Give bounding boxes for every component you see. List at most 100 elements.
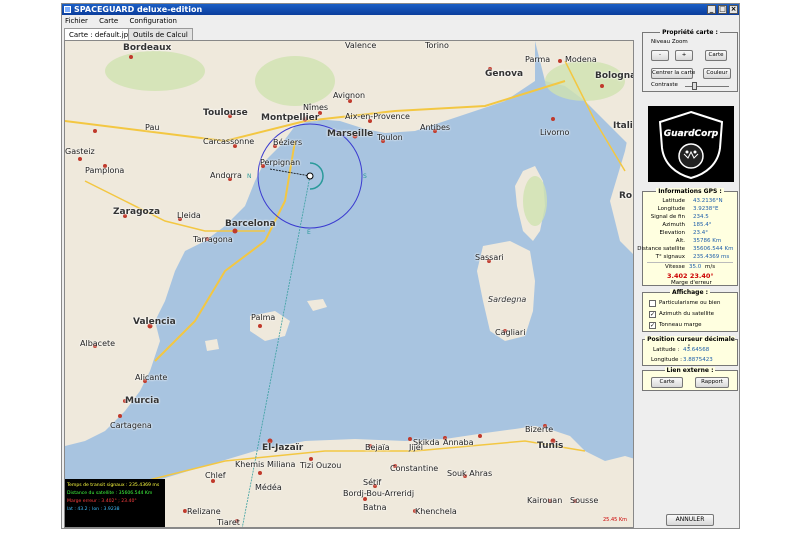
guardcorp-logo: GuardCorp <box>648 106 734 182</box>
display-panel: Affichage : Particularisme ou bien ✓ Azi… <box>642 289 738 332</box>
city-khenchela: Khenchela <box>415 507 457 516</box>
info-lat-lon: lat : 43.2 ; lon : 3.9238 <box>67 507 120 512</box>
map-view[interactable]: N S E Bordeaux Toulouse Pau Carcassonne … <box>64 40 634 528</box>
satellite-info-overlay: Temps de transit signaux : 235.4369 ms D… <box>65 479 165 527</box>
gps-signal-time-label: T° signaux <box>655 254 685 260</box>
map-button[interactable]: Carte <box>705 50 727 61</box>
zoom-in-button[interactable]: + <box>675 50 693 61</box>
city-sousse: Sousse <box>570 496 599 505</box>
city-el-jazair: El-Jazaïr <box>262 443 304 453</box>
city-tarragona: Tarragona <box>193 235 233 244</box>
logo-text: GuardCorp <box>664 129 719 139</box>
svg-text:N: N <box>247 173 252 180</box>
city-kairouan: Kairouan <box>527 496 563 505</box>
error-margin-values: 3.402 23.40° <box>667 272 714 280</box>
checkbox-tonneau[interactable]: ✓ <box>649 322 656 329</box>
city-gasteiz: Gasteiz <box>65 147 95 156</box>
gps-latitude-value: 43.2136°N <box>693 198 723 204</box>
display-title: Affichage : <box>669 289 711 296</box>
color-button[interactable]: Couleur <box>703 68 731 79</box>
city-carcassonne: Carcassonne <box>203 137 255 146</box>
city-bejaia: Bejaïa <box>365 443 390 452</box>
rapport-link-button[interactable]: Rapport <box>695 377 729 388</box>
error-margin-label: Marge d'erreur <box>671 280 712 286</box>
tab-carte[interactable]: Carte : default.jpg <box>64 28 138 40</box>
cursor-lon-value: 3.8875423 <box>683 357 713 363</box>
city-roma: Ro <box>619 191 633 201</box>
city-murcia: Murcia <box>125 396 160 406</box>
city-lleida: Lleida <box>177 211 201 220</box>
gps-longitude-value: 3.9238°E <box>693 206 719 212</box>
city-montpellier: Montpellier <box>261 113 320 123</box>
city-genova: Genova <box>485 69 524 79</box>
app-window: SPACEGUARD deluxe-edition _ □ × Fichier … <box>61 3 740 529</box>
city-khemis: Khemis Miliana <box>235 460 296 469</box>
gps-azimuth-label: Azimuth <box>662 222 685 228</box>
city-cartagena: Cartagena <box>110 421 152 430</box>
tab-outils-calcul[interactable]: Outils de Calcul <box>128 28 193 40</box>
city-medea: Médéa <box>255 483 282 492</box>
gps-signal-value: 234.5 <box>693 214 709 220</box>
cursor-lat-label: Latitude : <box>653 347 680 353</box>
city-bordeaux: Bordeaux <box>123 43 172 53</box>
city-albacete: Albacete <box>80 339 116 348</box>
minimize-button[interactable]: _ <box>707 5 716 14</box>
menu-fichier[interactable]: Fichier <box>65 17 88 25</box>
contrast-slider-thumb[interactable] <box>692 82 697 90</box>
info-transit-time: Temps de transit signaux : 235.4369 ms <box>67 483 160 488</box>
city-chlef: Chlef <box>205 471 226 480</box>
app-icon <box>64 6 71 13</box>
cursor-position-panel: Position curseur décimale : Latitude : 4… <box>642 336 738 366</box>
contrast-label: Contraste <box>651 82 678 88</box>
city-tunis: Tunis <box>537 441 564 451</box>
city-valence-fr: Valence <box>345 41 377 50</box>
city-bologna: Bologna <box>595 71 634 81</box>
zoom-out-button[interactable]: - <box>651 50 669 61</box>
city-modena: Modena <box>565 55 597 64</box>
city-cagliari: Cagliari <box>495 328 526 337</box>
ibiza <box>205 339 219 351</box>
window-title: SPACEGUARD deluxe-edition <box>74 5 203 14</box>
info-error-margin: Marge erreur : 3.402° ; 23.40° <box>67 499 137 504</box>
external-link-title: Lien externe : <box>664 367 716 374</box>
city-italia: Italia <box>613 121 633 131</box>
menu-carte[interactable]: Carte <box>99 17 118 25</box>
city-bizerte: Bizerte <box>525 425 554 434</box>
city-barcelona: Barcelona <box>225 219 276 229</box>
carte-link-button[interactable]: Carte <box>651 377 683 388</box>
zoom-level-label: Niveau Zoom <box>651 39 688 45</box>
cursor-lon-label: Longitude : <box>651 357 682 363</box>
external-link-panel: Lien externe : Carte Rapport <box>642 367 738 391</box>
checkbox-azimuth[interactable]: ✓ <box>649 311 656 318</box>
checkbox-tonneau-label: Tonneau marge <box>659 322 702 328</box>
city-avignon: Avignon <box>333 91 366 100</box>
city-relizane: Relizane <box>187 507 221 516</box>
city-parma: Parma <box>525 55 551 64</box>
gps-alt-label: Alt. <box>675 238 685 244</box>
gps-info-panel: Informations GPS : Latitude 43.2136°N Lo… <box>637 188 738 286</box>
city-valencia: Valencia <box>133 317 176 327</box>
speed-unit: m/s <box>705 264 716 270</box>
gps-signal-label: Signal de fin <box>650 214 685 220</box>
menu-configuration[interactable]: Configuration <box>129 17 176 25</box>
title-bar[interactable]: SPACEGUARD deluxe-edition _ □ × <box>62 4 739 15</box>
city-perpignan: Perpignan <box>260 158 301 167</box>
gps-distance-value: 35606.544 Km <box>693 246 734 252</box>
maximize-button[interactable]: □ <box>718 5 727 14</box>
city-aix: Aix-en-Provence <box>345 112 410 121</box>
gps-longitude-label: Longitude <box>657 206 685 212</box>
center-map-button[interactable]: Centrer la carte <box>651 68 695 79</box>
speed-value: 35.0 <box>689 264 702 270</box>
checkbox-particularisme[interactable] <box>649 300 656 307</box>
map-properties-title: Propriété carte : <box>660 29 720 36</box>
city-alicante: Alicante <box>135 373 168 382</box>
cancel-button[interactable]: ANNULER <box>666 514 714 526</box>
svg-text:E: E <box>307 229 311 236</box>
svg-text:S: S <box>363 173 367 180</box>
city-sassari: Sassari <box>475 253 504 262</box>
gps-title: Informations GPS : <box>656 188 724 195</box>
city-bordj: Bordj-Bou-Arreridj <box>343 489 415 498</box>
info-distance: Distance du satellite : 35606.544 Km <box>67 491 153 496</box>
close-button[interactable]: × <box>729 5 738 14</box>
city-setif: Sétif <box>363 478 382 487</box>
